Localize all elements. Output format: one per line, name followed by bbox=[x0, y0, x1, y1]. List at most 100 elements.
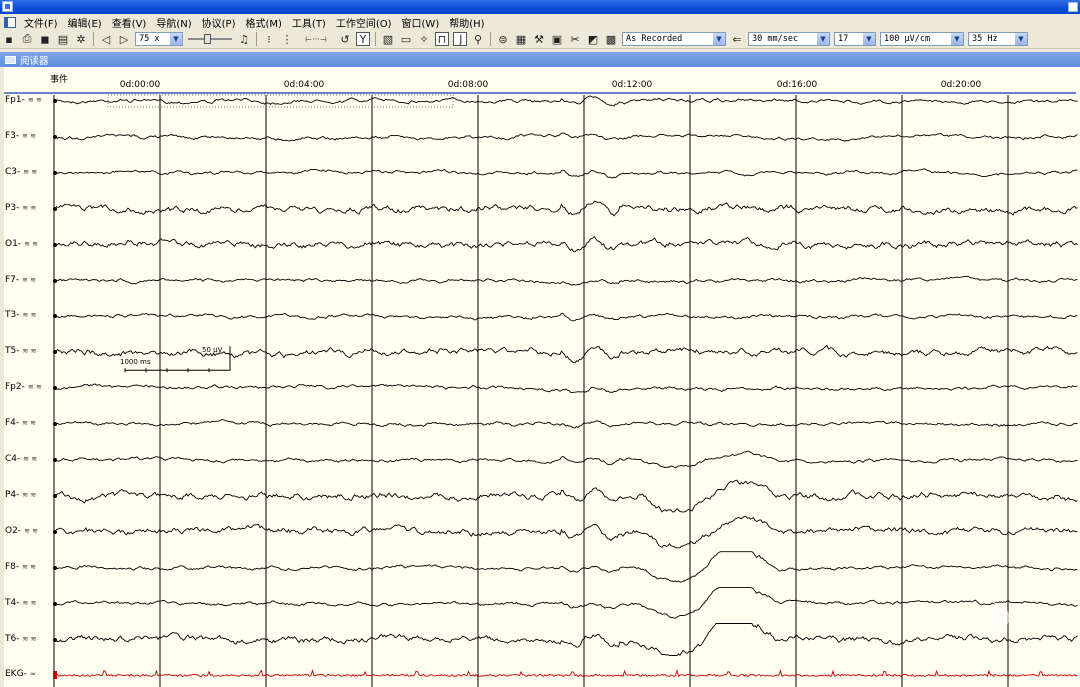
channel-marker bbox=[53, 637, 57, 642]
channel-label[interactable]: P4- ≋ ≋ bbox=[5, 490, 36, 500]
channel-label[interactable]: EKG- ≈ bbox=[5, 669, 36, 679]
channel-wave-icon: ≋ ≋ bbox=[27, 96, 42, 104]
record-icon[interactable]: ◼ bbox=[38, 32, 52, 46]
montage-icon[interactable]: ▦ bbox=[514, 32, 528, 46]
sensitivity-select[interactable]: 100 µV/cm ▼ bbox=[880, 32, 964, 46]
channel-label[interactable]: Fp1- ≋ ≋ bbox=[5, 95, 42, 105]
document-titlebar: 阅读器 bbox=[0, 52, 1080, 67]
slider-thumb[interactable] bbox=[204, 34, 211, 44]
channel-label[interactable]: C3- ≋ ≋ bbox=[5, 167, 37, 177]
channel-name: T5- bbox=[5, 346, 20, 357]
channel-label[interactable]: Fp2- ≋ ≋ bbox=[5, 382, 42, 392]
eeg-traces[interactable] bbox=[0, 67, 1080, 687]
menu-help[interactable]: 帮助(H) bbox=[444, 15, 489, 30]
document-icon[interactable] bbox=[4, 16, 16, 28]
chevron-down-icon[interactable]: ▼ bbox=[713, 33, 725, 45]
chevron-down-icon[interactable]: ▼ bbox=[817, 33, 829, 45]
channel-label[interactable]: P3- ≋ ≋ bbox=[5, 203, 36, 213]
save-icon[interactable]: ▪ bbox=[2, 32, 16, 46]
channel-marker bbox=[53, 242, 57, 247]
channel-marker bbox=[53, 601, 57, 606]
montage-select[interactable]: As Recorded ▼ bbox=[622, 32, 726, 46]
audio-icon[interactable]: ♫ bbox=[237, 32, 251, 46]
monitor-icon[interactable]: ▩ bbox=[604, 32, 618, 46]
window-icon bbox=[5, 55, 16, 64]
window-button[interactable] bbox=[1068, 2, 1078, 12]
undo-icon[interactable]: ↺ bbox=[338, 32, 352, 46]
channel-wave-icon: ≋ ≋ bbox=[22, 347, 37, 356]
zoom-select[interactable]: 75 x ▼ bbox=[135, 32, 183, 46]
menu-navigate[interactable]: 导航(N) bbox=[151, 15, 196, 30]
menu-protocol[interactable]: 协议(P) bbox=[197, 15, 241, 30]
channel-label[interactable]: T4- ≋ ≋ bbox=[5, 598, 36, 608]
trace-p4 bbox=[55, 479, 1078, 513]
image-icon[interactable]: ◩ bbox=[586, 32, 600, 46]
camera-icon[interactable]: ⊜ bbox=[496, 32, 510, 46]
menu-window[interactable]: 窗口(W) bbox=[397, 15, 445, 30]
scale-time-label: 1000 ms bbox=[120, 358, 151, 367]
channel-label[interactable]: F3- ≋ ≋ bbox=[5, 131, 36, 141]
channel-marker bbox=[53, 206, 57, 211]
channel-wave-icon: ≋ ≋ bbox=[22, 562, 37, 571]
channel-label[interactable]: T5- ≋ ≋ bbox=[5, 346, 36, 356]
channel-label[interactable]: F8- ≋ ≋ bbox=[5, 562, 36, 572]
cut-icon[interactable]: ✂ bbox=[568, 32, 582, 46]
marker-icon[interactable]: ⋮ bbox=[280, 32, 294, 46]
document-icon[interactable]: ▣ bbox=[550, 32, 564, 46]
channel-label[interactable]: F7- ≋ ≋ bbox=[5, 275, 36, 285]
channel-count-select[interactable]: 17 ▼ bbox=[834, 32, 876, 46]
crosshair-icon[interactable]: ✧ bbox=[417, 32, 431, 46]
page-back-icon[interactable]: ◁ bbox=[99, 32, 113, 46]
chevron-down-icon[interactable]: ▼ bbox=[170, 33, 182, 45]
watermark-icon: ◗ bbox=[990, 592, 1012, 638]
trace-t4 bbox=[55, 587, 1078, 619]
menu-edit[interactable]: 编辑(E) bbox=[63, 15, 107, 30]
filter-icon[interactable]: Y bbox=[356, 32, 370, 46]
channel-name: EKG- bbox=[5, 669, 27, 680]
time-cursor-icon[interactable]: ⊢···⊣ bbox=[298, 32, 334, 46]
menu-workspace[interactable]: 工作空间(O) bbox=[331, 15, 397, 30]
window-icon[interactable]: ⊓ bbox=[435, 32, 449, 46]
channel-label[interactable]: O1- ≋ ≋ bbox=[5, 239, 38, 249]
rectangle-icon[interactable]: ▭ bbox=[399, 32, 413, 46]
chevron-down-icon[interactable]: ▼ bbox=[951, 33, 963, 45]
eeg-panel[interactable]: 事件 0d:00:00 0d:04:00 0d:08:00 0d:12:00 0… bbox=[0, 67, 1080, 687]
search-icon[interactable]: ⚲ bbox=[471, 32, 485, 46]
chevron-down-icon[interactable]: ▼ bbox=[1015, 33, 1027, 45]
channel-wave-icon: ≋ ≋ bbox=[27, 383, 42, 392]
montage-value: As Recorded bbox=[626, 34, 683, 44]
speed-select[interactable]: 30 mm/sec ▼ bbox=[748, 32, 830, 46]
filter-value: 35 Hz bbox=[972, 34, 998, 44]
zoom-slider[interactable] bbox=[188, 32, 232, 46]
cursor-icon[interactable]: ⁝ bbox=[262, 32, 276, 46]
channel-name: C3- bbox=[5, 166, 21, 177]
photo-icon[interactable]: ▤ bbox=[56, 32, 70, 46]
menu-format[interactable]: 格式(M) bbox=[240, 15, 286, 30]
channel-wave-icon: ≋ ≋ bbox=[22, 490, 37, 499]
channel-label[interactable]: T6- ≋ ≋ bbox=[5, 634, 36, 644]
menu-file[interactable]: 文件(F) bbox=[19, 15, 63, 30]
scale-amplitude-label: 50 µV bbox=[202, 346, 223, 355]
page-forward-icon[interactable]: ▷ bbox=[117, 32, 131, 46]
filter-select[interactable]: 35 Hz ▼ bbox=[968, 32, 1028, 46]
chevron-down-icon[interactable]: ▼ bbox=[863, 33, 875, 45]
menu-view[interactable]: 查看(V) bbox=[107, 15, 152, 30]
print-icon[interactable]: ⎙ bbox=[20, 32, 34, 46]
select-icon[interactable]: ▧ bbox=[381, 32, 395, 46]
tools-icon[interactable]: ⚒ bbox=[532, 32, 546, 46]
menu-tools[interactable]: 工具(T) bbox=[287, 15, 331, 30]
corner-icon[interactable]: ⌋ bbox=[453, 32, 467, 46]
zoom-value: 75 x bbox=[139, 34, 160, 44]
trace-o1 bbox=[55, 236, 1078, 253]
channel-label[interactable]: F4- ≋ ≋ bbox=[5, 418, 36, 428]
channel-count-value: 17 bbox=[838, 34, 849, 44]
separator bbox=[256, 32, 257, 46]
video-icon[interactable]: ✲ bbox=[74, 32, 88, 46]
channel-label[interactable]: T3- ≋ ≋ bbox=[5, 310, 36, 320]
channel-label[interactable]: C4- ≋ ≋ bbox=[5, 454, 37, 464]
channel-name: F8- bbox=[5, 561, 20, 572]
speed-value: 30 mm/sec bbox=[752, 34, 799, 44]
channel-label[interactable]: O2- ≋ ≋ bbox=[5, 526, 38, 536]
channel-name: Fp1- bbox=[5, 95, 25, 105]
arrow-left-icon[interactable]: ⇐ bbox=[730, 32, 744, 46]
